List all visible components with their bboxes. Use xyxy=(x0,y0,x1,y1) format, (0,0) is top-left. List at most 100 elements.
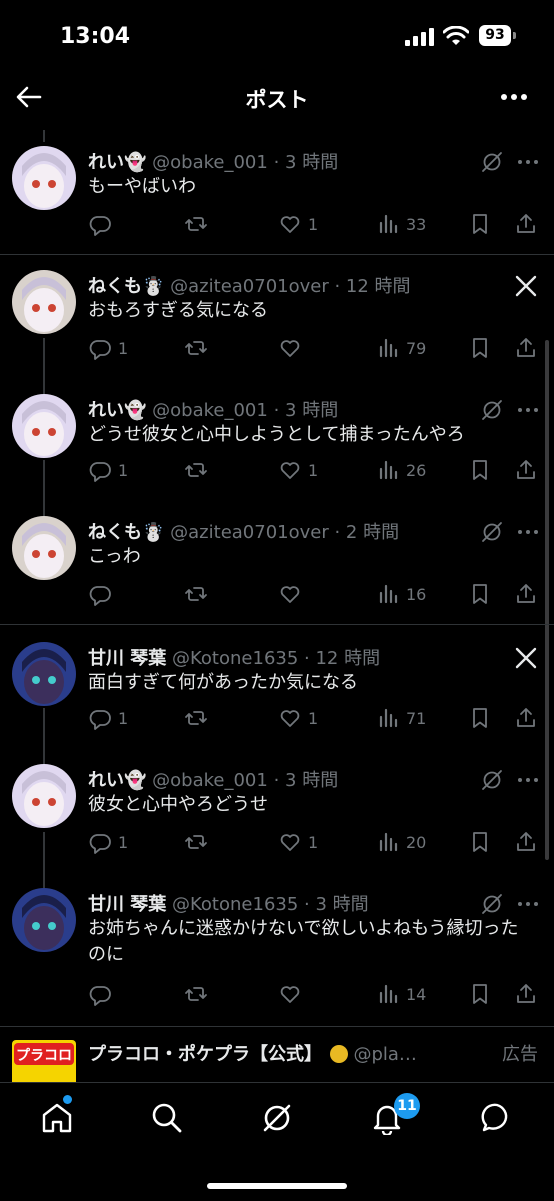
battery-indicator: 93 xyxy=(479,25,517,46)
retweet-button[interactable] xyxy=(184,828,208,856)
share-button[interactable] xyxy=(514,210,538,238)
avatar[interactable] xyxy=(12,270,76,334)
views-button[interactable]: 71 xyxy=(376,704,426,732)
tweet-actions: 1 1 26 xyxy=(88,456,540,484)
retweet-icon xyxy=(185,987,207,1001)
like-button[interactable]: 1 xyxy=(278,828,318,856)
like-button[interactable] xyxy=(278,580,308,608)
tweet-time: 3 時間 xyxy=(285,400,339,421)
user-handle[interactable]: @obake_001 xyxy=(152,152,268,173)
avatar[interactable] xyxy=(12,888,76,952)
messages-icon[interactable] xyxy=(480,1101,514,1135)
user-handle[interactable]: @Kotone1635 xyxy=(172,894,298,915)
views-button[interactable]: 16 xyxy=(376,580,426,608)
tweet-time: 12 時間 xyxy=(345,276,411,297)
search-icon[interactable] xyxy=(150,1101,184,1135)
grok-icon[interactable] xyxy=(480,892,504,916)
views-button[interactable]: 20 xyxy=(376,828,426,856)
share-button[interactable] xyxy=(514,580,538,608)
bookmark-button[interactable] xyxy=(468,334,492,362)
share-button[interactable] xyxy=(514,334,538,362)
display-name[interactable]: ねくも☃️ xyxy=(88,522,164,543)
more-icon[interactable] xyxy=(516,398,540,422)
scrollbar[interactable] xyxy=(545,340,549,860)
reply-icon xyxy=(89,340,111,360)
tweet-header: 甘川 琴葉 @Kotone1635 · 3 時間 xyxy=(88,894,369,915)
more-icon[interactable] xyxy=(516,520,540,544)
reply-button[interactable]: 1 xyxy=(88,704,128,732)
grok-icon[interactable] xyxy=(480,520,504,544)
retweet-button[interactable] xyxy=(184,704,208,732)
user-handle[interactable]: @obake_001 xyxy=(152,400,268,421)
views-count: 33 xyxy=(406,214,427,234)
share-icon xyxy=(517,338,535,357)
more-icon[interactable] xyxy=(516,150,540,174)
grok-icon[interactable] xyxy=(480,398,504,422)
ad-label: 広告 xyxy=(496,1040,538,1066)
avatar[interactable] xyxy=(12,146,76,210)
reply-icon xyxy=(89,710,111,730)
tweet-header: ねくも☃️ @azitea0701over · 2 時間 xyxy=(88,522,400,543)
bookmark-button[interactable] xyxy=(468,828,492,856)
bookmark-button[interactable] xyxy=(468,580,492,608)
display-name[interactable]: れい👻 xyxy=(88,400,146,421)
share-button[interactable] xyxy=(514,828,538,856)
tweet-text: もーやばいわ xyxy=(88,176,196,197)
x-logo-icon[interactable] xyxy=(514,646,538,670)
more-options-icon[interactable] xyxy=(498,82,530,112)
retweet-button[interactable] xyxy=(184,210,208,238)
more-icon[interactable] xyxy=(516,768,540,792)
retweet-button[interactable] xyxy=(184,334,208,362)
reply-button[interactable] xyxy=(88,580,118,608)
like-button[interactable]: 1 xyxy=(278,704,318,732)
grok-icon[interactable] xyxy=(480,150,504,174)
display-name[interactable]: れい👻 xyxy=(88,152,146,173)
user-handle[interactable]: @azitea0701over xyxy=(170,522,329,543)
like-button[interactable] xyxy=(278,334,308,362)
x-logo-icon[interactable] xyxy=(514,274,538,298)
user-handle[interactable]: @azitea0701over xyxy=(170,276,329,297)
views-button[interactable]: 33 xyxy=(376,210,426,238)
views-button[interactable]: 79 xyxy=(376,334,426,362)
promoted-post[interactable]: プラコロ プラコロ・ポケプラ【公式】 @pla… 広告 xyxy=(0,1026,554,1082)
avatar[interactable] xyxy=(12,394,76,458)
reply-button[interactable]: 1 xyxy=(88,828,128,856)
views-button[interactable]: 14 xyxy=(376,980,426,1008)
like-button[interactable] xyxy=(278,980,308,1008)
retweet-button[interactable] xyxy=(184,980,208,1008)
user-handle[interactable]: @obake_001 xyxy=(152,770,268,791)
avatar[interactable] xyxy=(12,516,76,580)
display-name[interactable]: 甘川 琴葉 xyxy=(88,894,166,915)
views-count: 26 xyxy=(406,460,427,480)
retweet-button[interactable] xyxy=(184,580,208,608)
tweet-time: 3 時間 xyxy=(285,152,339,173)
grok-icon[interactable] xyxy=(260,1101,294,1135)
share-button[interactable] xyxy=(514,704,538,732)
more-icon[interactable] xyxy=(516,892,540,916)
home-icon[interactable] xyxy=(40,1101,74,1135)
share-button[interactable] xyxy=(514,980,538,1008)
reply-button[interactable]: 1 xyxy=(88,456,128,484)
reply-button[interactable] xyxy=(88,980,118,1008)
retweet-button[interactable] xyxy=(184,456,208,484)
like-button[interactable]: 1 xyxy=(278,210,318,238)
display-name[interactable]: 甘川 琴葉 xyxy=(88,648,166,669)
share-button[interactable] xyxy=(514,456,538,484)
bookmark-button[interactable] xyxy=(468,456,492,484)
like-button[interactable]: 1 xyxy=(278,456,318,484)
avatar[interactable] xyxy=(12,764,76,828)
views-button[interactable]: 26 xyxy=(376,456,426,484)
divider xyxy=(0,624,554,625)
bookmark-button[interactable] xyxy=(468,210,492,238)
reply-button[interactable]: 1 xyxy=(88,334,128,362)
bookmark-button[interactable] xyxy=(468,704,492,732)
bookmark-button[interactable] xyxy=(468,980,492,1008)
display-name[interactable]: れい👻 xyxy=(88,770,146,791)
display-name[interactable]: ねくも☃️ xyxy=(88,276,164,297)
reply-button[interactable] xyxy=(88,210,118,238)
avatar[interactable] xyxy=(12,642,76,706)
advertiser-name: プラコロ・ポケプラ【公式】 xyxy=(88,1044,322,1065)
user-handle[interactable]: @Kotone1635 xyxy=(172,648,298,669)
grok-icon[interactable] xyxy=(480,768,504,792)
tweet-header: 甘川 琴葉 @Kotone1635 · 12 時間 xyxy=(88,648,381,669)
